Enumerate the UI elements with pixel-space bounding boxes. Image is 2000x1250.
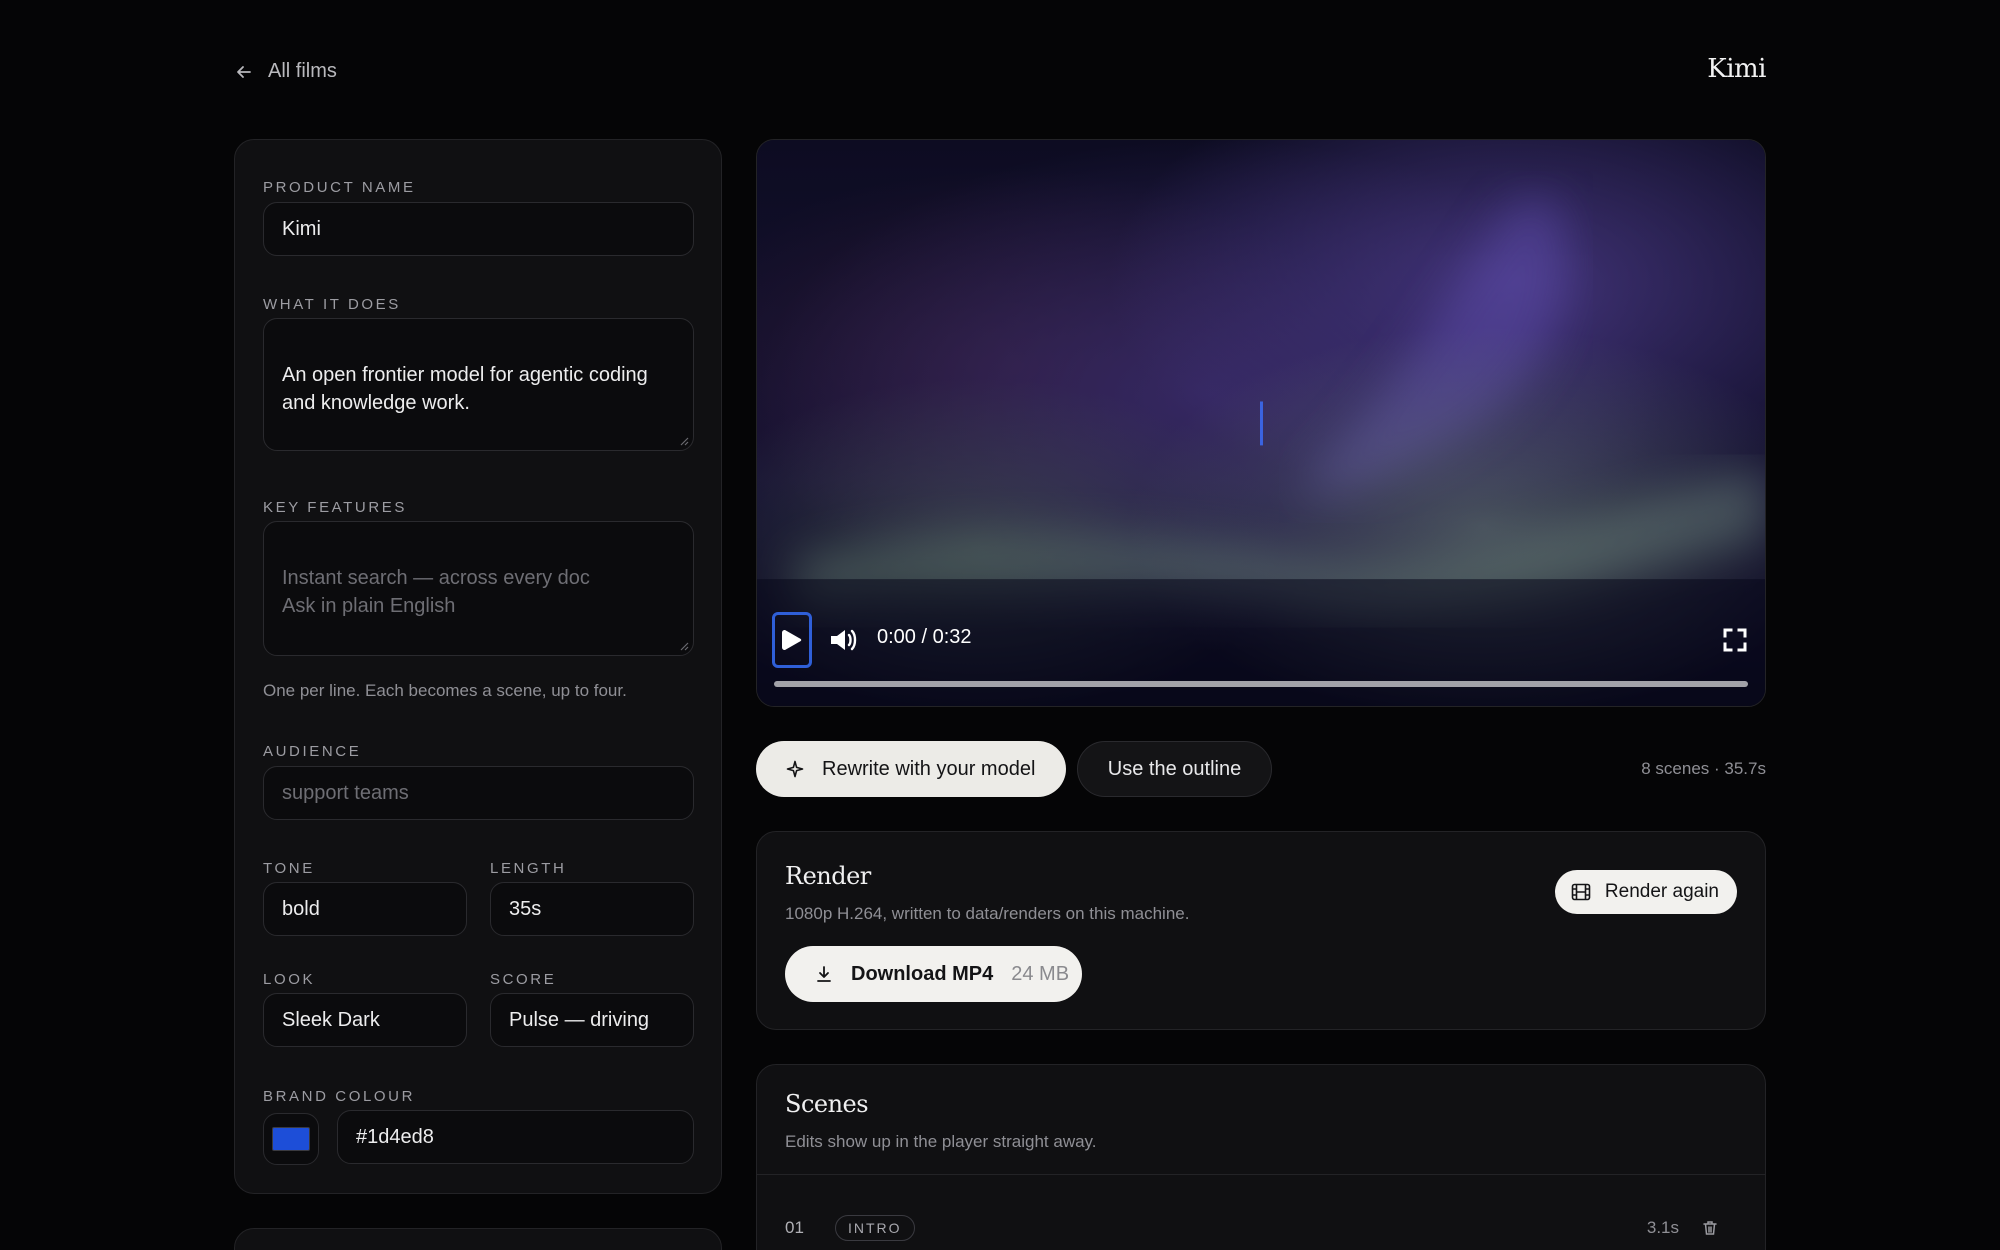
key-features-hint: One per line. Each becomes a scene, up t… xyxy=(263,681,627,700)
back-link-label: All films xyxy=(268,60,337,82)
what-it-does-text: An open frontier model for agentic codin… xyxy=(282,364,648,414)
rewrite-button-label: Rewrite with your model xyxy=(822,757,1036,780)
tone-select[interactable]: bold xyxy=(263,882,467,936)
download-icon xyxy=(817,966,831,982)
timecode: 0:00 / 0:32 xyxy=(877,626,972,648)
audience-input[interactable]: support teams xyxy=(263,766,694,820)
brand-colour-input[interactable]: #1d4ed8 xyxy=(337,1110,694,1164)
back-to-all-films-link[interactable]: All films xyxy=(234,60,337,83)
key-features-textarea[interactable]: Instant search — across every doc Ask in… xyxy=(263,521,694,656)
tone-label: TONE xyxy=(263,860,315,877)
look-label: LOOK xyxy=(263,971,316,988)
use-outline-button[interactable]: Use the outline xyxy=(1077,741,1272,797)
length-label: LENGTH xyxy=(490,860,567,877)
volume-icon[interactable] xyxy=(827,624,859,656)
rewrite-with-model-button[interactable]: Rewrite with your model xyxy=(756,741,1066,797)
fullscreen-icon[interactable] xyxy=(1721,626,1749,654)
scene-row[interactable]: 01 INTRO 3.1s xyxy=(757,1175,1765,1250)
what-it-does-textarea[interactable]: An open frontier model for agentic codin… xyxy=(263,318,694,451)
resize-grip-icon[interactable] xyxy=(679,436,689,446)
brand-name: Kimi xyxy=(1707,54,1766,84)
scenes-subtitle: Edits show up in the player straight awa… xyxy=(785,1132,1097,1151)
score-label: SCORE xyxy=(490,971,557,988)
play-button[interactable] xyxy=(772,612,812,668)
scenes-card: Scenes Edits show up in the player strai… xyxy=(756,1064,1766,1250)
video-player[interactable]: 0:00 / 0:32 xyxy=(756,139,1766,707)
scene-summary: 8 scenes · 35.7s xyxy=(1641,759,1766,778)
render-subtitle: 1080p H.264, written to data/renders on … xyxy=(785,904,1190,923)
aurora-preview-frame xyxy=(757,140,1765,706)
product-name-label: PRODUCT NAME xyxy=(263,179,416,196)
brand-colour-swatch xyxy=(272,1127,310,1151)
sparkle-icon xyxy=(786,760,804,778)
length-select[interactable]: 35s xyxy=(490,882,694,936)
arrow-left-icon xyxy=(237,65,251,78)
what-it-does-label: WHAT IT DOES xyxy=(263,296,401,313)
audience-label: AUDIENCE xyxy=(263,743,362,760)
render-card: Render 1080p H.264, written to data/rend… xyxy=(756,831,1766,1030)
scene-duration: 3.1s xyxy=(1646,1218,1679,1237)
film-icon xyxy=(1571,883,1591,901)
score-select[interactable]: Pulse — driving xyxy=(490,993,694,1047)
trash-icon[interactable] xyxy=(1701,1219,1719,1237)
render-title: Render xyxy=(785,862,871,890)
resize-grip-icon[interactable] xyxy=(679,641,689,651)
product-name-input[interactable]: Kimi xyxy=(263,202,694,256)
outline-button-label: Use the outline xyxy=(1107,757,1242,780)
key-features-placeholder: Instant search — across every doc Ask in… xyxy=(282,567,590,617)
film-details-panel: PRODUCT NAME Kimi WHAT IT DOES An open f… xyxy=(234,139,722,1194)
secondary-panel xyxy=(234,1228,722,1250)
download-size: 24 MB xyxy=(1011,962,1070,985)
render-again-button[interactable]: Render again xyxy=(1554,870,1737,914)
scene-number: 01 xyxy=(785,1218,804,1237)
download-mp4-button[interactable]: Download MP4 24 MB xyxy=(785,946,1082,1002)
play-icon xyxy=(782,630,802,650)
brand-colour-picker[interactable] xyxy=(263,1113,319,1165)
render-again-label: Render again xyxy=(1604,881,1719,902)
download-label: Download MP4 xyxy=(851,962,994,985)
brand-colour-label: BRAND COLOUR xyxy=(263,1088,416,1105)
playback-progress-bar[interactable] xyxy=(774,681,1748,687)
key-features-label: KEY FEATURES xyxy=(263,499,408,516)
scenes-title: Scenes xyxy=(785,1090,869,1118)
scene-tag: INTRO xyxy=(835,1215,915,1241)
look-select[interactable]: Sleek Dark xyxy=(263,993,467,1047)
